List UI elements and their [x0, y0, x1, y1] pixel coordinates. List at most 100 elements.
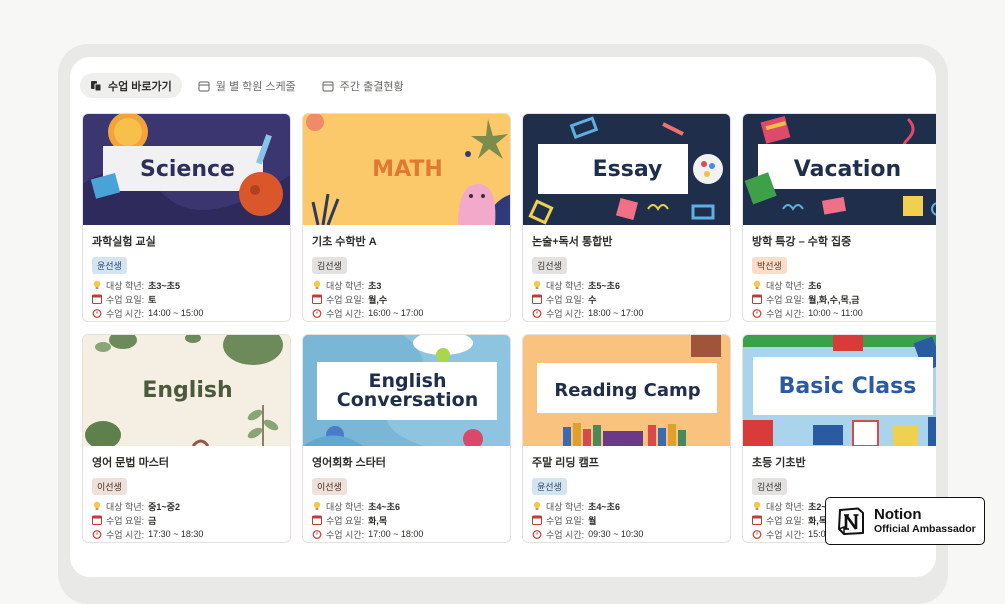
- alarm-clock-icon: [532, 529, 542, 539]
- alarm-clock-icon: [92, 308, 102, 318]
- lightbulb-icon: [532, 501, 542, 511]
- cover-image: Vacation: [743, 114, 936, 225]
- grade-value: 초4~초6: [368, 501, 400, 512]
- class-title: 방학 특강 – 수학 집중: [752, 236, 852, 248]
- days-label: 수업 요일:: [546, 294, 585, 305]
- calendar-icon: [532, 515, 542, 525]
- time-label: 수업 시간:: [326, 529, 365, 540]
- days-row: 수업 요일: 금: [92, 513, 281, 527]
- cover-image: English: [83, 335, 290, 446]
- time-row: 수업 시간: 17:00 ~ 18:00: [312, 527, 501, 541]
- days-value: 월: [588, 515, 597, 526]
- time-value: 14:00 ~ 15:00: [148, 308, 204, 318]
- class-title: 기초 수학반 A: [312, 236, 377, 248]
- class-gallery: Science 과학실험 교실 윤선생 대상 학년: 초3~초5 수업 요일: …: [82, 113, 936, 543]
- calendar-icon: [752, 515, 762, 525]
- notion-badge-text: Notion Official Ambassador: [874, 505, 976, 536]
- calendar-icon: [752, 294, 762, 304]
- days-value: 화,목: [368, 515, 388, 526]
- tab-monthly-schedule[interactable]: 월 별 학원 스케줄: [188, 73, 306, 98]
- lightbulb-icon: [752, 501, 762, 511]
- calendar-icon: [92, 515, 102, 525]
- days-row: 수업 요일: 월,수: [312, 292, 501, 306]
- cover-title: Vacation: [793, 156, 902, 182]
- alarm-clock-icon: [752, 308, 762, 318]
- class-card[interactable]: English Conversation 영어회화 스타터 이선생 대상 학년:…: [302, 334, 511, 543]
- time-label: 수업 시간:: [546, 308, 585, 319]
- grade-label: 대상 학년:: [326, 280, 365, 291]
- cover-image: English Conversation: [303, 335, 510, 446]
- grade-value: 초5~초6: [588, 280, 620, 291]
- class-card[interactable]: Vacation 방학 특강 – 수학 집중 박선생 대상 학년: 초6 수업 …: [742, 113, 936, 322]
- days-value: 수: [588, 294, 597, 305]
- class-card[interactable]: Reading Camp 주말 리딩 캠프 윤선생 대상 학년: 초4~초6 수…: [522, 334, 731, 543]
- grade-label: 대상 학년:: [766, 280, 805, 291]
- time-row: 수업 시간: 17:30 ~ 18:30: [92, 527, 281, 541]
- notion-badge-subtitle: Official Ambassador: [874, 523, 976, 536]
- teacher-badge: 이선생: [92, 478, 127, 495]
- cover-title: Science: [140, 156, 235, 182]
- class-title: 논술+독서 통합반: [532, 236, 613, 248]
- lightbulb-icon: [532, 280, 542, 290]
- time-label: 수업 시간:: [106, 529, 145, 540]
- grade-value: 초4~초6: [588, 501, 620, 512]
- tab-label: 월 별 학원 스케줄: [215, 80, 296, 93]
- time-row: 수업 시간: 10:00 ~ 11:00: [752, 306, 936, 320]
- days-label: 수업 요일:: [326, 294, 365, 305]
- grade-label: 대상 학년:: [766, 501, 805, 512]
- teacher-badge: 윤선생: [92, 257, 127, 274]
- cover-title: English Conversation: [336, 369, 479, 411]
- class-card[interactable]: MATH 기초 수학반 A 김선생 대상 학년: 초3 수업 요일: 월,수 수…: [302, 113, 511, 322]
- main-panel: 수업 바로가기 월 별 학원 스케줄 주간 출결현황 Science 과학실험 …: [70, 57, 936, 577]
- cover-title: English: [142, 377, 233, 403]
- calendar-icon: [532, 294, 542, 304]
- days-value: 월,수: [368, 294, 388, 305]
- grade-label: 대상 학년:: [106, 280, 145, 291]
- lightbulb-icon: [92, 501, 102, 511]
- tab-label: 수업 바로가기: [108, 80, 172, 93]
- lightbulb-icon: [312, 280, 322, 290]
- teacher-badge: 이선생: [312, 478, 347, 495]
- notion-badge-title: Notion: [874, 505, 922, 523]
- cover-image: MATH: [303, 114, 510, 225]
- tab-label: 주간 출결현황: [339, 80, 404, 93]
- time-value: 09:30 ~ 10:30: [588, 529, 644, 539]
- time-label: 수업 시간:: [546, 529, 585, 540]
- teacher-badge: 김선생: [532, 257, 567, 274]
- alarm-clock-icon: [312, 529, 322, 539]
- notion-ambassador-badge: Notion Official Ambassador: [825, 497, 985, 545]
- cover-image: Essay: [523, 114, 730, 225]
- cover-title: Reading Camp: [554, 379, 701, 401]
- days-row: 수업 요일: 토: [92, 292, 281, 306]
- days-value: 월,화,수,목,금: [808, 294, 860, 305]
- class-card[interactable]: English 영어 문법 마스터 이선생 대상 학년: 중1~중2 수업 요일…: [82, 334, 291, 543]
- class-title: 주말 리딩 캠프: [532, 457, 599, 469]
- time-row: 수업 시간: 18:00 ~ 17:00: [532, 306, 721, 320]
- days-row: 수업 요일: 화,목: [312, 513, 501, 527]
- view-tabs: 수업 바로가기 월 별 학원 스케줄 주간 출결현황: [80, 73, 414, 98]
- tab-weekly-attendance[interactable]: 주간 출결현황: [312, 73, 414, 98]
- time-row: 수업 시간: 16:00 ~ 17:00: [312, 306, 501, 320]
- time-label: 수업 시간:: [106, 308, 145, 319]
- teacher-badge: 김선생: [752, 478, 787, 495]
- grade-value: 초6: [808, 280, 822, 291]
- days-label: 수업 요일:: [106, 515, 145, 526]
- tab-class-shortcuts[interactable]: 수업 바로가기: [80, 73, 182, 98]
- grade-row: 대상 학년: 초3~초5: [92, 278, 281, 292]
- lightbulb-icon: [752, 280, 762, 290]
- time-value: 17:30 ~ 18:30: [148, 529, 204, 539]
- cover-title: Basic Class: [778, 373, 917, 399]
- days-row: 수업 요일: 월,화,수,목,금: [752, 292, 936, 306]
- class-title: 영어회화 스타터: [312, 457, 386, 469]
- days-row: 수업 요일: 수: [532, 292, 721, 306]
- time-value: 16:00 ~ 17:00: [368, 308, 424, 318]
- grade-value: 초3~초5: [148, 280, 180, 291]
- grade-row: 대상 학년: 초3: [312, 278, 501, 292]
- alarm-clock-icon: [312, 308, 322, 318]
- days-row: 수업 요일: 월: [532, 513, 721, 527]
- class-card[interactable]: Essay 논술+독서 통합반 김선생 대상 학년: 초5~초6 수업 요일: …: [522, 113, 731, 322]
- grade-row: 대상 학년: 초5~초6: [532, 278, 721, 292]
- days-label: 수업 요일:: [766, 515, 805, 526]
- grade-row: 대상 학년: 초6: [752, 278, 936, 292]
- class-card[interactable]: Science 과학실험 교실 윤선생 대상 학년: 초3~초5 수업 요일: …: [82, 113, 291, 322]
